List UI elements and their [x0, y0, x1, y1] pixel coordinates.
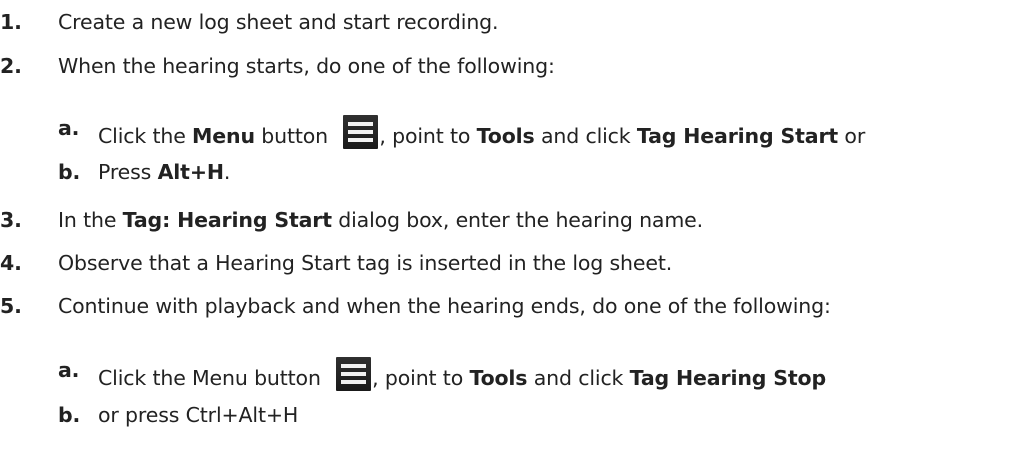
tag-hearing-stop-label: Tag Hearing Stop [629, 366, 827, 390]
tag-hearing-start-label: Tag Hearing Start [636, 124, 839, 148]
step-text: Observe that a Hearing Start tag is inse… [58, 251, 673, 275]
step-text: In the Tag: Hearing Start dialog box, en… [58, 208, 703, 232]
step-number: 5. [0, 294, 22, 318]
step-text: When the hearing starts, do one of the f… [58, 54, 555, 78]
menu-label: Menu [192, 124, 255, 148]
substep-letter: b. [58, 160, 81, 184]
shortcut-label: Alt+H [157, 160, 224, 184]
tools-label: Tools [476, 124, 535, 148]
substep-text: Click the Menu button , point to Tools a… [98, 115, 865, 149]
step-number: 2. [0, 54, 22, 78]
hamburger-menu-icon [343, 115, 379, 149]
step-text: Create a new log sheet and start recordi… [58, 10, 499, 34]
dialog-name-label: Tag: Hearing Start [122, 208, 332, 232]
substep-letter: a. [58, 116, 80, 140]
step-text: Continue with playback and when the hear… [58, 294, 831, 318]
substep-letter: b. [58, 403, 81, 427]
substep-text: Press Alt+H. [98, 160, 231, 184]
substep-text: Click the Menu button , point to Tools a… [98, 357, 826, 391]
substep-text: or press Ctrl+Alt+H [98, 403, 299, 427]
hamburger-menu-icon [336, 357, 372, 391]
step-number: 3. [0, 208, 22, 232]
step-number: 4. [0, 251, 22, 275]
step-number: 1. [0, 10, 22, 34]
instructions-document: 1. Create a new log sheet and start reco… [0, 0, 1028, 451]
substep-letter: a. [58, 358, 80, 382]
tools-label: Tools [469, 366, 528, 390]
